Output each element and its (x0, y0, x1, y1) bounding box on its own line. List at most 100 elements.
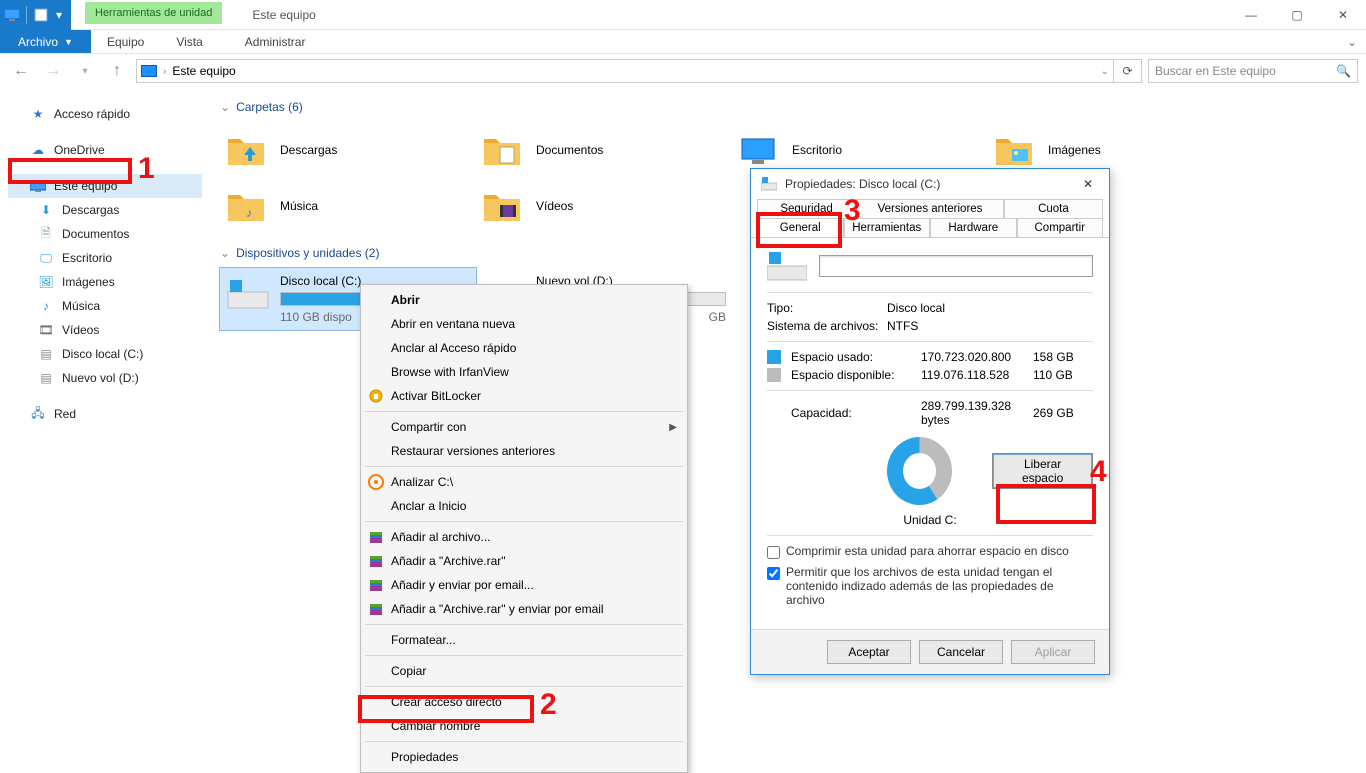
close-button[interactable]: ✕ (1320, 0, 1366, 29)
tab-herramientas[interactable]: Herramientas (844, 218, 931, 237)
context-menu-item[interactable]: Copiar (361, 659, 687, 683)
search-input[interactable]: Buscar en Este equipo 🔍 (1148, 59, 1358, 83)
sidebar-item-disk-d[interactable]: ▤Nuevo vol (D:) (8, 366, 202, 390)
used-bytes: 170.723.020.800 (921, 350, 1023, 364)
tab-administrar[interactable]: Administrar (229, 30, 322, 53)
sidebar-item-descargas[interactable]: ⬇Descargas (8, 198, 202, 222)
newfolder-qat-icon[interactable]: ▾ (51, 7, 67, 23)
drive-name-input[interactable] (819, 255, 1093, 277)
tab-vista[interactable]: Vista (160, 30, 218, 53)
tab-general[interactable]: General (757, 218, 844, 237)
context-menu-item[interactable]: Abrir (361, 288, 687, 312)
context-menu-label: Anclar al Acceso rápido (391, 341, 516, 355)
navigation-pane: ★Acceso rápido ☁OneDrive Este equipo ⬇De… (0, 88, 210, 726)
apply-button[interactable]: Aplicar (1011, 640, 1095, 664)
context-menu-item[interactable]: Compartir con▶ (361, 415, 687, 439)
search-placeholder: Buscar en Este equipo (1155, 64, 1276, 78)
sidebar-network[interactable]: 🖧Red (8, 402, 202, 426)
compress-checkbox-row[interactable]: Comprimir esta unidad para ahorrar espac… (767, 544, 1093, 559)
context-menu-label: Añadir a "Archive.rar" y enviar por emai… (391, 602, 604, 616)
minimize-button[interactable]: — (1228, 0, 1274, 29)
compress-checkbox[interactable] (767, 546, 780, 559)
free-space-button[interactable]: Liberar espacio (992, 453, 1093, 489)
context-menu-item[interactable]: Cambiar nombre (361, 714, 687, 738)
context-menu-item[interactable]: Activar BitLocker (361, 384, 687, 408)
tab-versiones[interactable]: Versiones anteriores (856, 199, 1004, 218)
index-checkbox[interactable] (767, 567, 780, 580)
up-button[interactable]: ↑ (104, 58, 130, 84)
context-menu-item[interactable]: Añadir al archivo... (361, 525, 687, 549)
tab-seguridad[interactable]: Seguridad (757, 199, 856, 218)
context-menu-label: Abrir en ventana nueva (391, 317, 515, 331)
context-menu-item[interactable]: Añadir a "Archive.rar" y enviar por emai… (361, 597, 687, 621)
breadcrumb[interactable]: Este equipo (172, 64, 235, 78)
context-menu-item[interactable]: Anclar a Inicio (361, 494, 687, 518)
tab-compartir[interactable]: Compartir (1017, 218, 1104, 237)
context-menu-item[interactable]: Crear acceso directo (361, 690, 687, 714)
index-checkbox-row[interactable]: Permitir que los archivos de esta unidad… (767, 565, 1093, 607)
context-menu: Abrir Abrir en ventana nueva Anclar al Acc… (360, 284, 688, 773)
cancel-button[interactable]: Cancelar (919, 640, 1003, 664)
context-menu-item[interactable]: Abrir en ventana nueva (361, 312, 687, 336)
sidebar-thispc[interactable]: Este equipo (8, 174, 202, 198)
cloud-icon: ☁ (30, 142, 46, 158)
free-bytes: 119.076.118.528 (921, 368, 1023, 382)
folder-descargas[interactable]: Descargas (220, 122, 476, 178)
folder-musica[interactable]: ♪ Música (220, 178, 476, 234)
music-icon: ♪ (38, 298, 54, 314)
context-menu-label: Compartir con (391, 420, 466, 434)
properties-dialog: Propiedades: Disco local (C:) ✕ Segurida… (750, 168, 1110, 675)
drive-big-icon (767, 250, 807, 282)
file-tab[interactable]: Archivo▼ (0, 30, 91, 53)
context-menu-item[interactable]: Analizar C:\ (361, 470, 687, 494)
dialog-title: Propiedades: Disco local (C:) (785, 177, 940, 191)
sidebar-item-escritorio[interactable]: 🖵Escritorio (8, 246, 202, 270)
expand-ribbon-icon[interactable]: ⌄ (1338, 30, 1366, 53)
context-menu-item[interactable]: Restaurar versiones anteriores (361, 439, 687, 463)
context-menu-label: Crear acceso directo (391, 695, 502, 709)
recent-locations-button[interactable]: ▾ (72, 58, 98, 84)
folder-icon (994, 133, 1034, 167)
tab-cuota[interactable]: Cuota (1004, 199, 1103, 218)
context-menu-label: Analizar C:\ (391, 475, 453, 489)
folder-videos[interactable]: Vídeos (476, 178, 732, 234)
ok-button[interactable]: Aceptar (827, 640, 911, 664)
address-bar[interactable]: › Este equipo ⌄ (136, 59, 1114, 83)
sidebar-quick-access[interactable]: ★Acceso rápido (8, 102, 202, 126)
video-icon: 🎞 (38, 322, 54, 338)
sidebar-item-musica[interactable]: ♪Música (8, 294, 202, 318)
context-menu-item[interactable]: Añadir y enviar por email... (361, 573, 687, 597)
properties-qat-icon[interactable] (33, 7, 49, 23)
sidebar-item-imagenes[interactable]: 🖼Imágenes (8, 270, 202, 294)
title-bar: ▾ Herramientas de unidad Este equipo — ▢… (0, 0, 1366, 30)
maximize-button[interactable]: ▢ (1274, 0, 1320, 29)
refresh-button[interactable]: ⟳ (1114, 59, 1142, 83)
folder-icon (226, 133, 266, 167)
context-menu-item[interactable]: Browse with IrfanView (361, 360, 687, 384)
fs-label: Sistema de archivos: (767, 319, 887, 333)
sidebar-onedrive[interactable]: ☁OneDrive (8, 138, 202, 162)
folders-header[interactable]: ⌄Carpetas (6) (220, 100, 1356, 114)
sidebar-item-videos[interactable]: 🎞Vídeos (8, 318, 202, 342)
folder-documentos[interactable]: Documentos (476, 122, 732, 178)
forward-button[interactable]: → (40, 58, 66, 84)
folder-icon: ♪ (226, 189, 266, 223)
close-dialog-button[interactable]: ✕ (1077, 173, 1099, 195)
tab-hardware[interactable]: Hardware (930, 218, 1017, 237)
history-dropdown-icon[interactable]: ⌄ (1101, 66, 1109, 77)
free-gb: 110 GB (1033, 368, 1093, 382)
context-menu-item[interactable]: Añadir a "Archive.rar" (361, 549, 687, 573)
sidebar-item-documentos[interactable]: 🗎Documentos (8, 222, 202, 246)
drive-icon (226, 274, 270, 312)
back-button[interactable]: ← (8, 58, 34, 84)
context-menu-item[interactable]: Anclar al Acceso rápido (361, 336, 687, 360)
context-menu-item[interactable]: Propiedades (361, 745, 687, 769)
folder-label: Escritorio (792, 143, 842, 157)
context-menu-label: Copiar (391, 664, 426, 678)
sidebar-item-disk-c[interactable]: ▤Disco local (C:) (8, 342, 202, 366)
context-menu-item[interactable]: Formatear... (361, 628, 687, 652)
folder-label: Música (280, 199, 318, 213)
tab-equipo[interactable]: Equipo (91, 30, 160, 53)
folder-icon (482, 189, 522, 223)
context-menu-label: Restaurar versiones anteriores (391, 444, 555, 458)
